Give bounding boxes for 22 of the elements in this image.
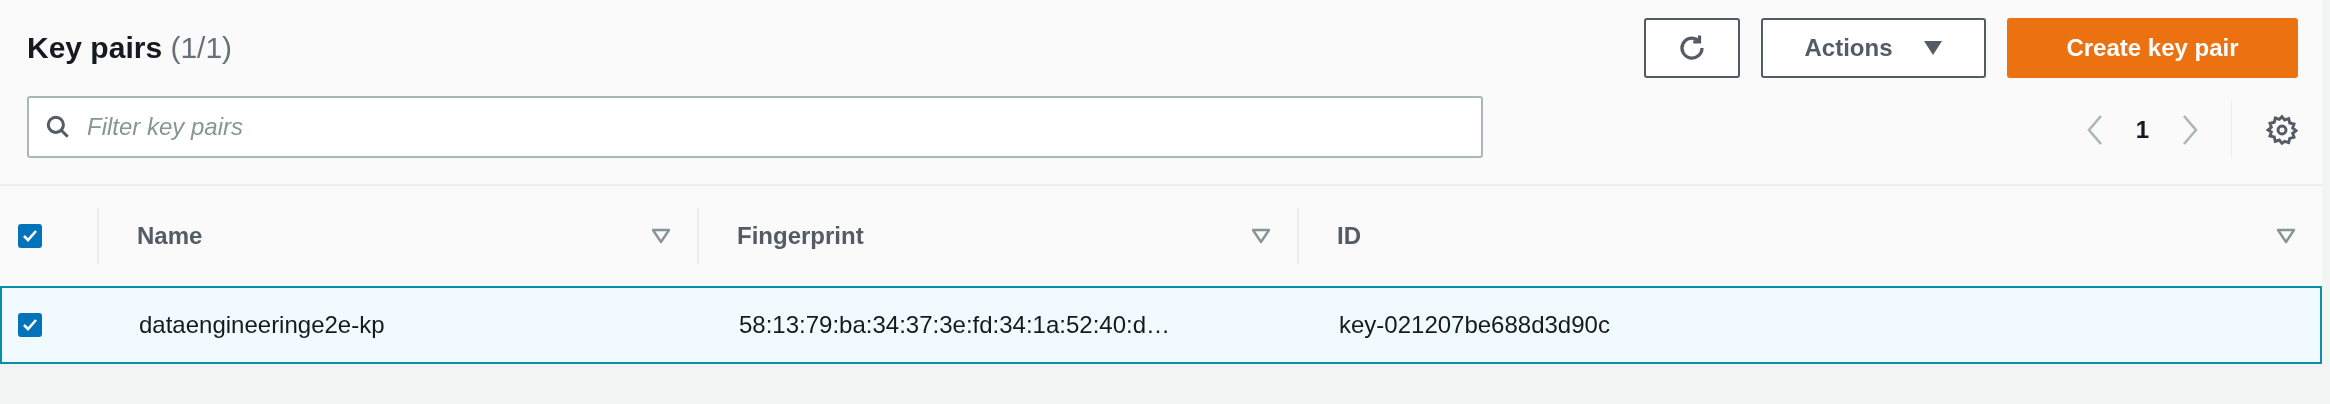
table-cell-text: key-021207be688d3d90c [1338,311,1611,339]
sort-icon [651,228,671,244]
column-header[interactable]: Name [137,222,203,250]
page-title: Key pairs (1/1) [27,30,234,66]
table-cell-text: dataengineeringe2e-kp [138,311,386,339]
table-row[interactable]: dataengineeringe2e-kp 58:13:79:ba:34:37:3e:fd:34:1a:52:40:d… key-021207be688d3d90c [0,286,2322,364]
search-field[interactable]: Filter key pairs [85,112,1465,142]
checkbox[interactable] [18,224,42,248]
table-cell-text: 58:13:79:ba:34:37:3e:fd:34:1a:52:40:d… [738,311,1172,339]
search-icon [45,114,71,140]
settings-icon[interactable] [2266,114,2298,146]
column-header[interactable]: ID [1337,222,1361,250]
checkbox[interactable] [18,313,42,337]
caret-icon [1922,40,1943,56]
search-bar[interactable]: Filter key pairs [27,96,1483,158]
refresh-icon [1677,33,1707,63]
actions-dropdown[interactable]: Actions [1761,18,1986,78]
page-number[interactable]: 1 [2121,116,2163,144]
column-header[interactable]: Fingerprint [737,222,864,250]
sort-icon [1251,228,1271,244]
refresh-button[interactable] [1644,18,1740,78]
sort-icon [2276,228,2296,244]
